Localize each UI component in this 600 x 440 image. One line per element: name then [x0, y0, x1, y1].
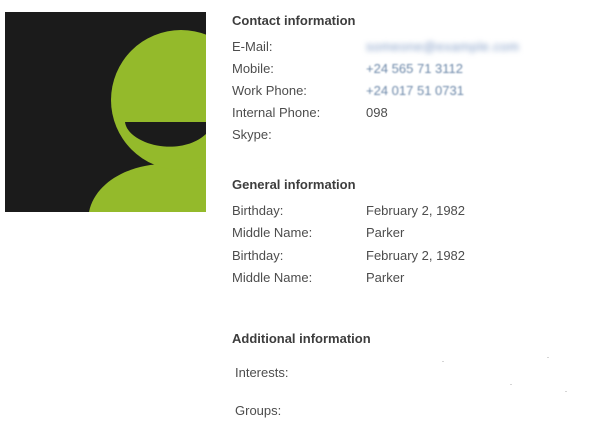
speck-artifact [565, 391, 567, 392]
speck-artifact [442, 361, 444, 362]
internal-phone-value: 098 [366, 105, 388, 120]
middle-name-value: Parker [366, 225, 405, 240]
birthday-value: February 2, 1982 [366, 203, 466, 218]
speck-artifact [510, 384, 512, 385]
internal-phone-label: Internal Phone: [232, 105, 321, 120]
general-section-title: General information [232, 177, 356, 192]
work-phone-value[interactable]: +24 017 51 0731 [366, 81, 464, 101]
middle-name-label: Middle Name: [232, 270, 313, 285]
mobile-label: Mobile: [232, 61, 274, 76]
birthday-label: Birthday: [232, 248, 284, 263]
email-label: E-Mail: [232, 39, 273, 54]
work-phone-label: Work Phone: [232, 83, 307, 98]
middle-name-value: Parker [366, 270, 405, 285]
user-avatar-icon [5, 12, 206, 212]
birthday-value: February 2, 1982 [366, 248, 466, 263]
mobile-value[interactable]: +24 565 71 3112 [366, 59, 463, 79]
additional-section-title: Additional information [232, 331, 371, 346]
contact-section-title: Contact information [232, 13, 356, 28]
interests-label: Interests: [235, 365, 289, 380]
speck-artifact [547, 357, 549, 358]
middle-name-label: Middle Name: [232, 225, 313, 240]
birthday-label: Birthday: [232, 203, 284, 218]
groups-label: Groups: [235, 403, 282, 418]
email-value[interactable]: someone@example.com [366, 37, 519, 57]
skype-label: Skype: [232, 127, 272, 142]
